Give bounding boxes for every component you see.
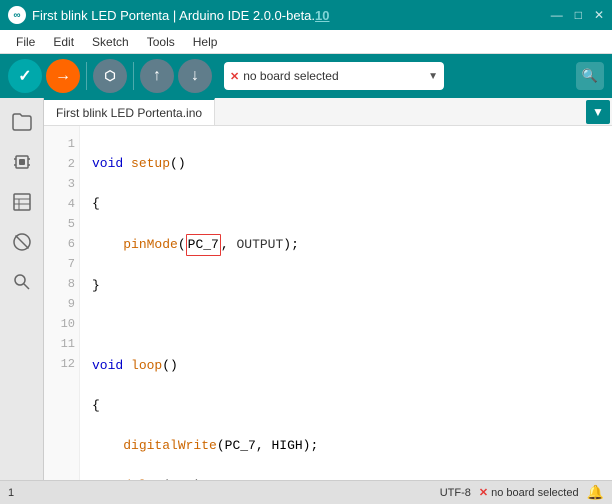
line-number: 1 <box>48 134 75 154</box>
statusbar-bell-icon[interactable]: 🔔 <box>587 484 604 501</box>
line-number: 12 <box>48 354 75 374</box>
toolbar-search-button[interactable]: 🔍 <box>576 62 604 90</box>
tab-dropdown-button[interactable]: ▼ <box>586 100 610 124</box>
menu-file[interactable]: File <box>8 33 43 51</box>
board-name: no board selected <box>243 69 424 83</box>
toolbar: ✓ → ⬡ ↑ ↓ ✕ no board selected ▼ 🔍 <box>0 54 612 98</box>
close-button[interactable]: ✕ <box>594 8 604 22</box>
titlebar-title: First blink LED Portenta | Arduino IDE 2… <box>32 8 330 23</box>
menubar: File Edit Sketch Tools Help <box>0 30 612 54</box>
code-area: 1 2 3 4 5 6 7 8 9 10 11 12 void setup() … <box>44 126 612 480</box>
search-icon <box>13 273 31 291</box>
menu-help[interactable]: Help <box>185 33 226 51</box>
line-number: 2 <box>48 154 75 174</box>
function-setup: setup <box>131 156 170 171</box>
line-numbers: 1 2 3 4 5 6 7 8 9 10 11 12 <box>44 126 80 480</box>
code-line-7: { <box>92 396 600 416</box>
code-line-8: digitalWrite(PC_7, HIGH); <box>92 436 600 456</box>
sidebar-search-icon[interactable] <box>6 266 38 298</box>
toolbar-divider <box>86 62 87 90</box>
file-tab[interactable]: First blink LED Portenta.ino <box>44 98 215 125</box>
sidebar-board-icon[interactable] <box>6 146 38 178</box>
main-area: First blink LED Portenta.ino ▼ 1 2 3 4 5… <box>0 98 612 480</box>
code-content[interactable]: void setup() { pinMode(PC_7, OUTPUT); } … <box>80 126 612 480</box>
line-number: 6 <box>48 234 75 254</box>
verify-button[interactable]: ✓ <box>8 59 42 93</box>
function-loop: loop <box>131 358 162 373</box>
board-dropdown-arrow: ▼ <box>428 71 438 82</box>
code-line-5 <box>92 316 600 336</box>
statusbar-encoding: UTF-8 <box>440 487 471 499</box>
file-tab-bar: First blink LED Portenta.ino ▼ <box>44 98 612 126</box>
version-highlight: 10 <box>315 8 329 23</box>
menu-tools[interactable]: Tools <box>139 33 183 51</box>
file-tab-name: First blink LED Portenta.ino <box>56 106 202 120</box>
statusbar-no-board: ✕ no board selected <box>479 486 579 499</box>
debug-icon <box>12 232 32 252</box>
param-output: OUTPUT <box>236 237 283 252</box>
minimize-button[interactable]: — <box>551 8 563 22</box>
editor: First blink LED Portenta.ino ▼ 1 2 3 4 5… <box>44 98 612 480</box>
statusbar: 1 UTF-8 ✕ no board selected 🔔 <box>0 480 612 504</box>
code-line-3: pinMode(PC_7, OUTPUT); <box>92 234 600 256</box>
keyword-void: void <box>92 156 123 171</box>
code-line-6: void loop() <box>92 356 600 376</box>
sidebar-library-icon[interactable] <box>6 186 38 218</box>
folder-icon <box>12 113 32 131</box>
debug-button[interactable]: ⬡ <box>93 59 127 93</box>
sidebar-debug-icon[interactable] <box>6 226 38 258</box>
search-icon: 🔍 <box>582 68 598 84</box>
chip-icon <box>12 152 32 172</box>
code-line-1: void setup() <box>92 154 600 174</box>
param-200-1: 200 <box>170 478 193 480</box>
line-number: 4 <box>48 194 75 214</box>
upload-button[interactable]: → <box>46 59 80 93</box>
arduino-logo: ∞ <box>8 6 26 24</box>
library-icon <box>12 192 32 212</box>
function-delay1: delay <box>123 478 162 480</box>
sidebar <box>0 98 44 480</box>
code-line-9: delay(200); <box>92 476 600 480</box>
encoding-text: UTF-8 <box>440 487 471 499</box>
line-number: 5 <box>48 214 75 234</box>
titlebar-left: ∞ First blink LED Portenta | Arduino IDE… <box>8 6 330 24</box>
toolbar-divider-2 <box>133 62 134 90</box>
menu-edit[interactable]: Edit <box>45 33 82 51</box>
line-number: 9 <box>48 294 75 314</box>
param-highlight: PC_7 <box>186 234 221 256</box>
upload-up-button[interactable]: ↑ <box>140 59 174 93</box>
function-digitalwrite1: digitalWrite <box>123 438 217 453</box>
param-pc7-high: PC_7, HIGH <box>225 438 303 453</box>
board-selector[interactable]: ✕ no board selected ▼ <box>224 62 444 90</box>
board-x-icon: ✕ <box>230 70 239 83</box>
titlebar: ∞ First blink LED Portenta | Arduino IDE… <box>0 0 612 30</box>
statusbar-right: UTF-8 ✕ no board selected 🔔 <box>440 484 604 501</box>
titlebar-controls: — □ ✕ <box>551 8 604 22</box>
function-pinmode: pinMode <box>123 237 178 252</box>
sidebar-folder-icon[interactable] <box>6 106 38 138</box>
code-line-2: { <box>92 194 600 214</box>
line-number: 3 <box>48 174 75 194</box>
line-number: 7 <box>48 254 75 274</box>
code-line-4: } <box>92 276 600 296</box>
keyword-void2: void <box>92 358 123 373</box>
line-number-display: 1 <box>8 487 14 499</box>
statusbar-line: 1 <box>8 487 14 499</box>
statusbar-x-icon: ✕ <box>479 486 488 499</box>
download-button[interactable]: ↓ <box>178 59 212 93</box>
maximize-button[interactable]: □ <box>575 8 582 22</box>
line-number: 10 <box>48 314 75 334</box>
line-number: 8 <box>48 274 75 294</box>
menu-sketch[interactable]: Sketch <box>84 33 137 51</box>
statusbar-board-text: no board selected <box>491 487 578 499</box>
line-number: 11 <box>48 334 75 354</box>
